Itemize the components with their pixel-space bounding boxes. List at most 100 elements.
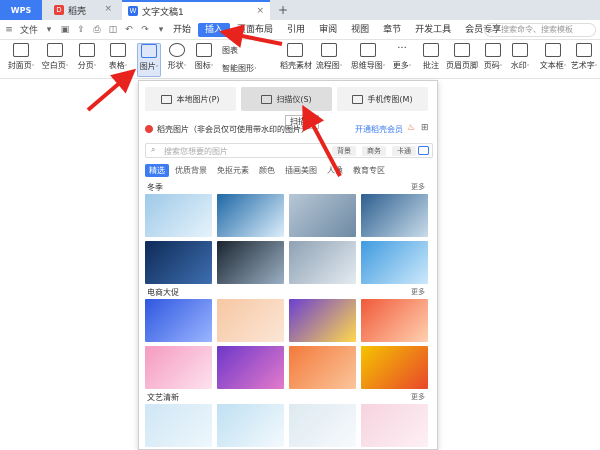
thumbnail-winter-lantern[interactable] (217, 241, 284, 284)
filter-cutout-elements[interactable]: 免抠元素 (213, 164, 253, 177)
hamburger-icon[interactable]: ≡ (4, 25, 14, 35)
section-more-winter[interactable]: 更多 (411, 182, 425, 192)
page-break-button[interactable]: 分页· (74, 43, 100, 71)
undo-icon[interactable]: ↶ (124, 25, 134, 35)
thumbnail-sale-pink-shop[interactable] (145, 346, 212, 389)
section-more-fresh[interactable]: 更多 (411, 392, 425, 402)
local-picture-button[interactable]: 本地图片(P) (145, 87, 236, 111)
more-button[interactable]: ··· 更多· (390, 43, 414, 71)
word-art-button[interactable]: 艺术字· (570, 43, 598, 71)
thumbnail-sale-green-circle[interactable] (289, 299, 356, 342)
tab-review[interactable]: 审阅 (312, 23, 344, 37)
picture-button[interactable]: 图片· (137, 43, 161, 77)
thumbnail-winter-snowy-trees[interactable] (289, 194, 356, 237)
daoke-logo-icon (145, 125, 153, 133)
filter-color[interactable]: 颜色 (255, 164, 279, 177)
tab-view[interactable]: 视图 (344, 23, 376, 37)
chevron-down-icon[interactable]: ▾ (156, 25, 166, 35)
preview-icon[interactable]: ◫ (108, 25, 118, 35)
thumbnail-winter-snowflakes-blue[interactable] (361, 241, 428, 284)
tab-references[interactable]: 引用 (280, 23, 312, 37)
chip-business[interactable]: 商务 (362, 146, 386, 156)
watermark-button[interactable]: 水印· (508, 43, 532, 71)
thumbnail-sale-blue-board[interactable] (145, 299, 212, 342)
arrow-to-picture-button (86, 68, 137, 112)
header-footer-button[interactable]: 页眉页脚 (446, 43, 478, 71)
print-icon[interactable]: ⎙ (92, 25, 102, 35)
more-label: 更多· (392, 61, 412, 70)
icon-library-button[interactable]: 图标· (192, 43, 216, 71)
thumbnail-fresh-pale-white[interactable] (289, 404, 356, 447)
thumbnail-sale-orange-blob[interactable] (361, 299, 428, 342)
export-icon[interactable]: ⇪ (76, 25, 86, 35)
blank-page-button[interactable]: 空白页· (40, 43, 70, 71)
more-icon: ··· (397, 43, 407, 54)
material-icon (287, 43, 303, 57)
save-icon[interactable]: ▣ (60, 25, 70, 35)
thumbnail-winter-snowflake-frame[interactable] (217, 194, 284, 237)
new-tab-button[interactable]: + (276, 3, 290, 17)
shape-button[interactable]: 形状· (164, 43, 190, 71)
page-number-button[interactable]: 页码· (481, 43, 505, 71)
picture-search-input[interactable]: ⌕ 搜索您想要的图片 背景 商务 卡通 (145, 143, 433, 158)
thumbnail-winter-night-christmas-tree[interactable] (145, 241, 212, 284)
comment-button[interactable]: 批注 (420, 43, 442, 71)
smart-art-button[interactable]: 智能图形· (222, 63, 257, 74)
thumbnail-fresh-light-blue[interactable] (145, 404, 212, 447)
flowchart-button[interactable]: 流程图· (314, 43, 344, 71)
chip-background[interactable]: 背景 (332, 146, 356, 156)
section-more-sale[interactable]: 更多 (411, 287, 425, 297)
open-membership-link[interactable]: 开通稻壳会员 (355, 124, 403, 135)
tab-page-layout[interactable]: 页面布局 (230, 23, 280, 37)
tab-chapter[interactable]: 章节 (376, 23, 408, 37)
scanner-icon (261, 94, 273, 104)
thumbnail-sale-purple-stage[interactable] (217, 346, 284, 389)
filter-featured[interactable]: 精选 (145, 164, 169, 177)
tab-start[interactable]: 开始 (166, 23, 198, 37)
filter-quality-background[interactable]: 优质背景 (171, 164, 211, 177)
word-art-icon (576, 43, 592, 57)
command-search-input[interactable]: ⌕ 搜索命令、搜索模板 (484, 23, 596, 37)
camera-icon[interactable] (418, 146, 429, 155)
filter-education[interactable]: 教育专区 (349, 164, 389, 177)
shape-label: 形状· (167, 61, 187, 70)
mind-map-button[interactable]: 思维导图· (350, 43, 386, 71)
thumbnail-winter-forest[interactable] (361, 194, 428, 237)
chip-cartoon[interactable]: 卡通 (392, 146, 416, 156)
text-box-button[interactable]: 文本框· (538, 43, 568, 71)
mind-map-label: 思维导图· (350, 61, 386, 70)
thumbnail-winter-village[interactable] (289, 241, 356, 284)
file-menu[interactable]: 文件 (20, 23, 38, 36)
tab-daoke[interactable]: D 稻壳 × (48, 0, 118, 20)
chart-button[interactable]: 图表 (222, 45, 238, 56)
scan-grid-icon[interactable]: ⊞ (421, 123, 429, 133)
tab-insert[interactable]: 插入 (198, 23, 231, 37)
filter-portrait[interactable]: 人像 (323, 164, 347, 177)
thumbnail-sale-orange-flowers[interactable] (289, 346, 356, 389)
thumbnail-sale-yellow-phone[interactable] (361, 346, 428, 389)
phone-picture-button[interactable]: 手机传图(M) (337, 87, 428, 111)
close-icon[interactable]: × (256, 6, 264, 16)
search-icon: ⌕ (151, 145, 156, 154)
daoke-material-button[interactable]: 稻壳素材 (280, 43, 312, 71)
picture-search-placeholder: 搜索您想要的图片 (164, 147, 228, 156)
filter-illustration[interactable]: 插画美图 (281, 164, 321, 177)
tab-daoke-label: 稻壳 (68, 6, 87, 17)
page-break-icon (79, 43, 95, 57)
thumbnail-fresh-pink-blossom[interactable] (361, 404, 428, 447)
thumbnail-winter-frost[interactable] (145, 194, 212, 237)
phone-icon (352, 94, 364, 104)
table-button[interactable]: 表格· (106, 43, 130, 71)
close-icon[interactable]: × (104, 4, 112, 14)
wps-home-tab[interactable]: WPS (0, 0, 42, 20)
thumbnail-fresh-ice[interactable] (217, 404, 284, 447)
cover-page-button[interactable]: 封面页· (6, 43, 36, 71)
tab-document[interactable]: W 文字文稿1 × (122, 0, 270, 20)
header-footer-label: 页眉页脚 (446, 61, 478, 70)
icon-library-icon (196, 43, 212, 57)
redo-icon[interactable]: ↷ (140, 25, 150, 35)
tab-developer[interactable]: 开发工具 (408, 23, 458, 37)
chevron-down-icon[interactable]: ▾ (44, 25, 54, 35)
thumbnail-sale-peach-figures[interactable] (217, 299, 284, 342)
scanner-button[interactable]: 扫描仪(S) (241, 87, 332, 111)
